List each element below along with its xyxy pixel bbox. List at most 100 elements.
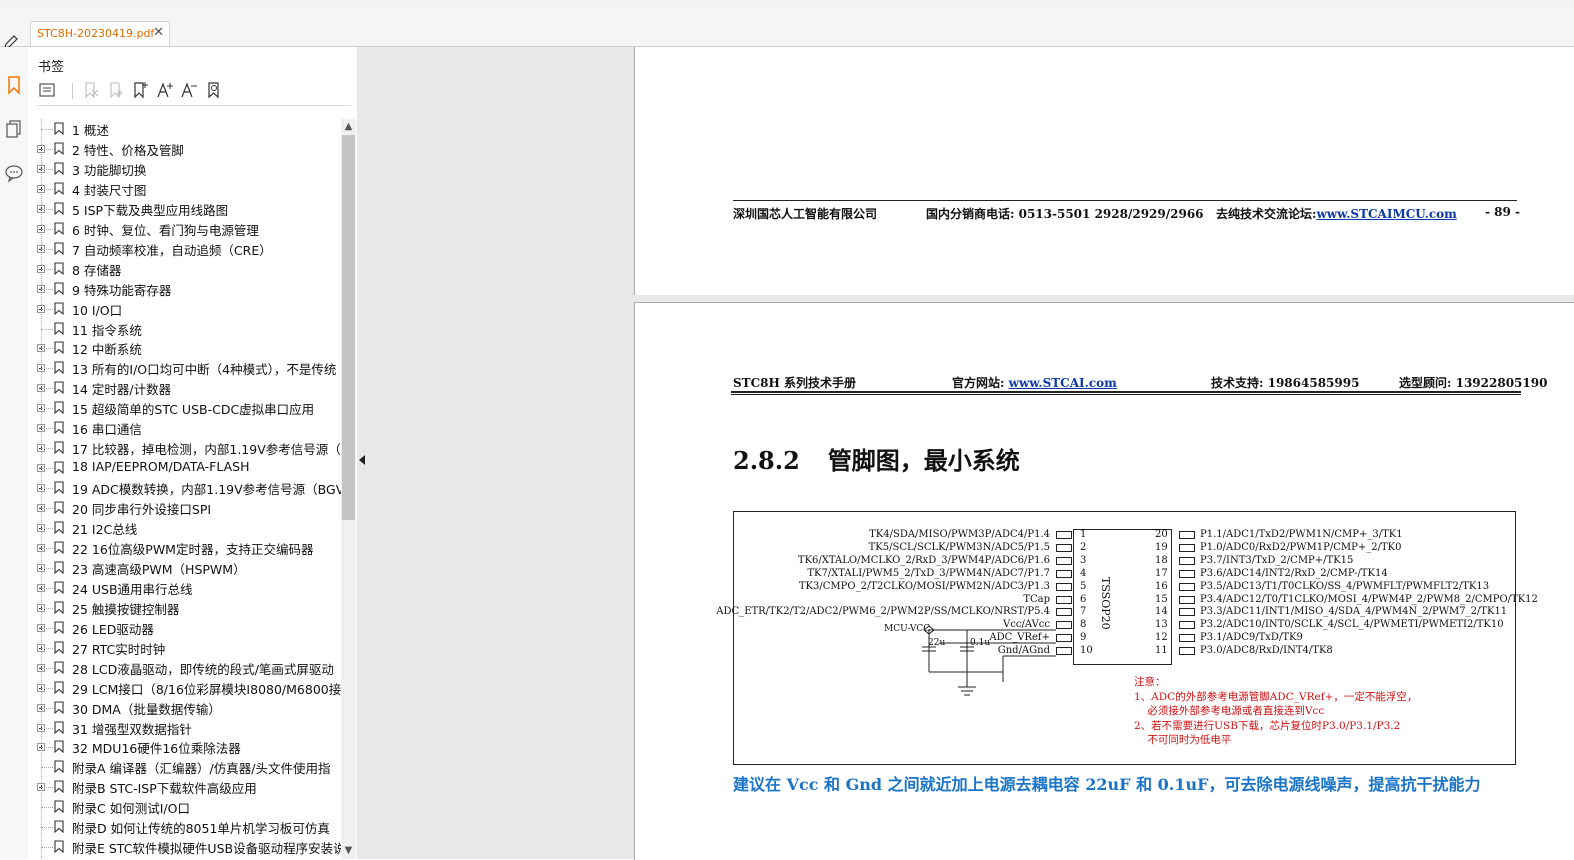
bookmark-item[interactable]: 9 特殊功能寄存器 xyxy=(28,279,341,299)
bookmark-icon xyxy=(54,501,64,515)
tab-close-icon[interactable]: ✕ xyxy=(153,25,164,40)
bookmark-icon xyxy=(54,820,64,834)
bookmark-label: 14 定时器/计数器 xyxy=(72,382,172,398)
header-advisor: 选型顾问: 13922805190 xyxy=(1399,376,1548,390)
bookmark-item[interactable]: 16 串口通信 xyxy=(28,418,341,438)
bookmark-item[interactable]: 5 ISP下载及典型应用线路图 xyxy=(28,199,341,219)
bookmark-icon xyxy=(54,681,64,694)
bookmark-item[interactable]: 26 LED驱动器 xyxy=(28,618,341,638)
bookmark-item[interactable]: 8 存储器 xyxy=(28,259,341,279)
bookmark-label: 附录B STC-ISP下载软件高级应用 xyxy=(72,781,257,797)
scroll-thumb[interactable] xyxy=(342,135,355,520)
pin-pad xyxy=(1179,621,1195,630)
pin-pad xyxy=(1179,556,1195,565)
bookmark-item[interactable]: 29 LCM接口（8/16位彩屏模块I8080/M6800接口） xyxy=(28,678,341,698)
bookmark-item[interactable]: 14 定时器/计数器 xyxy=(28,378,341,398)
bookmark-icon xyxy=(54,541,64,554)
bookmark-item[interactable]: 12 中断系统 xyxy=(28,338,341,358)
bookmark-item[interactable]: 19 ADC模数转换，内部1.19V参考信号源（BGV） xyxy=(28,478,341,498)
decrease-font-icon[interactable] xyxy=(180,81,198,99)
bookmark-icon xyxy=(54,361,64,375)
pin-number: 13 xyxy=(1155,619,1168,631)
bookmark-label: 32 MDU16硬件16位乘除法器 xyxy=(72,741,241,757)
bookmark-item[interactable]: 32 MDU16硬件16位乘除法器 xyxy=(28,737,341,757)
bookmark-item[interactable]: 11 指令系统 xyxy=(28,319,341,339)
bookmark-options-icon[interactable] xyxy=(38,81,56,99)
bookmark-scrollbar[interactable]: ▲ ▼ xyxy=(341,119,356,859)
bookmark-item[interactable]: 25 触摸按键控制器 xyxy=(28,598,341,618)
right-pin-label: P3.2/ADC10/INT0/SCLK_4/SCL_4/PWMETI/PWME… xyxy=(1200,619,1504,631)
bookmark-item[interactable]: 24 USB通用串行总线 xyxy=(28,578,341,598)
bookmark-label: 18 IAP/EEPROM/DATA-FLASH xyxy=(72,459,250,475)
right-pin-label: P1.0/ADC0/RxD2/PWM1P/CMP+_2/TK0 xyxy=(1200,541,1402,553)
bookmark-item[interactable]: 2 特性、价格及管脚 xyxy=(28,139,341,159)
delete-bookmark-icon[interactable] xyxy=(82,81,100,99)
pin-number: 15 xyxy=(1155,593,1168,605)
bookmark-icon xyxy=(54,700,64,714)
note-line: 注意： xyxy=(1134,676,1166,688)
bookmark-label: 3 功能脚切换 xyxy=(72,162,147,178)
pin-number: 20 xyxy=(1155,529,1168,540)
bookmark-item[interactable]: 27 RTC实时时钟 xyxy=(28,638,341,658)
bookmark-icon xyxy=(54,561,64,574)
bookmark-item[interactable]: 28 LCD液晶驱动，即传统的段式/笔画式屏驱动 xyxy=(28,658,341,678)
comments-icon[interactable] xyxy=(4,163,24,183)
bookmark-label: 30 DMA（批量数据传输） xyxy=(72,701,221,717)
bookmark-item[interactable]: 7 自动频率校准，自动追频（CRE） xyxy=(28,239,341,259)
increase-font-icon[interactable] xyxy=(156,81,174,99)
bookmark-item[interactable]: 18 IAP/EEPROM/DATA-FLASH xyxy=(28,458,341,478)
left-pin-label: TK4/SDA/MISO/PWM3P/ADC4/P1.4 xyxy=(869,529,1050,540)
add-bookmark-icon[interactable] xyxy=(131,81,149,99)
bookmark-icon xyxy=(54,621,64,634)
pin-number: 17 xyxy=(1155,567,1168,579)
pin-pad xyxy=(1056,556,1072,565)
scroll-up-icon[interactable]: ▲ xyxy=(341,119,356,135)
pin-number: 14 xyxy=(1155,606,1168,618)
section-title: 管脚图，最小系统 xyxy=(827,446,1020,475)
page-thumbnails-icon[interactable] xyxy=(4,119,24,139)
bookmark-label: 8 存储器 xyxy=(72,262,122,278)
bookmark-item[interactable]: 30 DMA（批量数据传输） xyxy=(28,698,341,718)
bookmark-item[interactable]: 附录D 如何让传统的8051单片机学习板可仿真 xyxy=(28,817,341,837)
bookmark-panel-icon[interactable] xyxy=(4,75,24,95)
tab-document[interactable]: STC8H-20230419.pdf ✕ xyxy=(30,21,170,46)
right-pin-label: P3.1/ADC9/TxD/TK9 xyxy=(1200,632,1303,644)
bookmark-item[interactable]: 10 I/O口 xyxy=(28,299,341,319)
figure-caption: 建议在 Vcc 和 Gnd 之间就近加上电源去耦电容 22uF 和 0.1uF，… xyxy=(733,775,1481,794)
bookmark-label: 24 USB通用串行总线 xyxy=(72,581,193,597)
bookmark-item[interactable]: 附录A 编译器（汇编器）/仿真器/头文件使用指 xyxy=(28,757,341,777)
bookmark-item[interactable]: 20 同步串行外设接口SPI xyxy=(28,498,341,518)
bookmark-item[interactable]: 4 封装尺寸图 xyxy=(28,179,341,199)
bookmark-icon xyxy=(54,282,64,295)
bookmark-item[interactable]: 6 时钟、复位、看门狗与电源管理 xyxy=(28,219,341,239)
forum-link[interactable]: www.STCAIMCU.com xyxy=(1316,207,1456,221)
bookmark-icon xyxy=(54,381,64,395)
add-child-bookmark-icon[interactable] xyxy=(107,81,125,99)
pin-pad xyxy=(1056,608,1072,617)
bookmark-item[interactable]: 附录C 如何测试I/O口 xyxy=(28,797,341,817)
bookmark-icon xyxy=(54,581,64,594)
site-link[interactable]: www.STCAI.com xyxy=(1009,376,1117,390)
bookmark-toolbar xyxy=(38,81,358,101)
bookmark-label: 20 同步串行外设接口SPI xyxy=(72,502,212,518)
find-bookmark-icon[interactable] xyxy=(205,81,223,99)
bookmark-label: 12 中断系统 xyxy=(72,342,142,358)
bookmark-item[interactable]: 22 16位高级PWM定时器，支持正交编码器 xyxy=(28,538,341,558)
bookmark-item[interactable]: 附录B STC-ISP下载软件高级应用 xyxy=(28,777,341,797)
bookmark-item[interactable]: 17 比较器，掉电检测，内部1.19V参考信号源（E xyxy=(28,438,341,458)
bookmark-item[interactable]: 31 增强型双数据指针 xyxy=(28,718,341,738)
pin-number: 19 xyxy=(1155,541,1168,553)
bookmark-item[interactable]: 13 所有的I/O口均可中断（4种模式），不是传统 xyxy=(28,358,341,378)
panel-title: 书签 xyxy=(38,60,65,75)
bookmark-item[interactable]: 23 高速高级PWM（HSPWM） xyxy=(28,558,341,578)
bookmark-item[interactable]: 3 功能脚切换 xyxy=(28,159,341,179)
scroll-down-icon[interactable]: ▼ xyxy=(341,843,356,859)
pin-number: 3 xyxy=(1080,554,1087,566)
pin-pad xyxy=(1179,543,1195,552)
bookmark-item[interactable]: 附录E STC软件模拟硬件USB设备驱动程序安装说 xyxy=(28,837,341,857)
bookmark-item[interactable]: 1 概述 xyxy=(28,119,341,139)
bookmark-item[interactable]: 15 超级简单的STC USB-CDC虚拟串口应用 xyxy=(28,398,341,418)
bookmark-item[interactable]: 21 I2C总线 xyxy=(28,518,341,538)
left-pin-label: TCap xyxy=(1023,593,1050,605)
collapse-panel-icon[interactable] xyxy=(356,445,368,475)
